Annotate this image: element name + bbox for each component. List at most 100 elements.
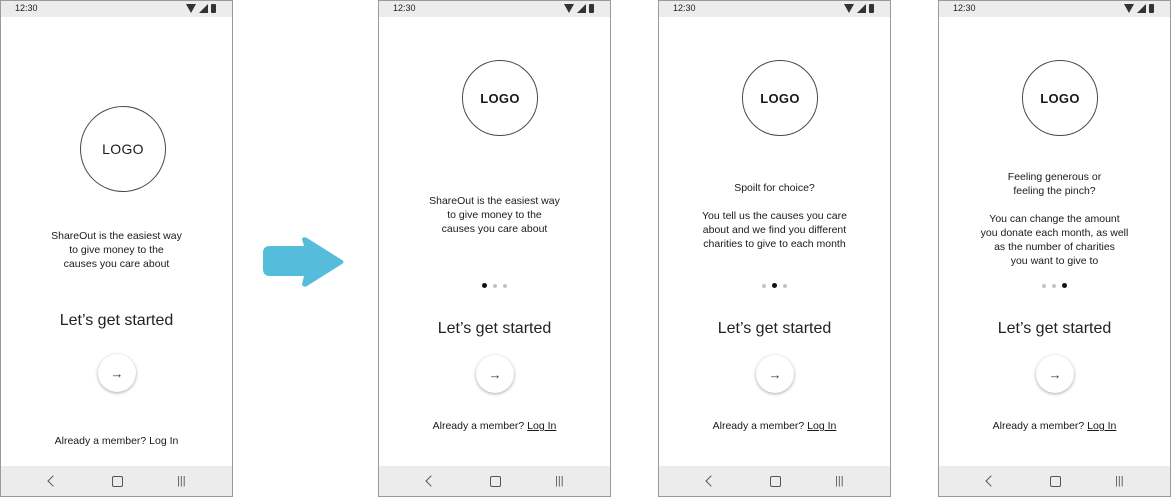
login-link[interactable]: Log In xyxy=(149,435,178,447)
description-line: feeling the pinch? xyxy=(1013,185,1096,197)
description-line: causes you care about xyxy=(63,258,170,270)
battery-icon xyxy=(869,4,874,13)
phone-screen-2: 12:30 LOGO ShareOut is the easiest way t… xyxy=(378,0,611,497)
logo-text: LOGO xyxy=(480,90,520,106)
description-line: ShareOut is the easiest way xyxy=(429,195,560,207)
status-bar: 12:30 xyxy=(659,1,890,17)
status-bar: 12:30 xyxy=(939,1,1170,17)
flow-arrow-icon xyxy=(263,237,344,287)
description-line: to give money to the xyxy=(447,209,542,221)
get-started-heading: Let’s get started xyxy=(437,320,552,337)
status-time: 12:30 xyxy=(15,3,38,13)
signal-icon xyxy=(199,4,208,13)
logo-placeholder: LOGO xyxy=(1022,60,1098,136)
description-line: ShareOut is the easiest way xyxy=(51,230,182,242)
next-button[interactable]: → xyxy=(1036,355,1074,393)
page-dot-1[interactable] xyxy=(1042,283,1046,288)
login-prompt: Already a member? Log In xyxy=(659,420,890,432)
page-dot-2[interactable] xyxy=(493,283,497,288)
battery-icon xyxy=(1149,4,1154,13)
recent-apps-icon[interactable]: ||| xyxy=(1115,476,1124,487)
login-link[interactable]: Log In xyxy=(527,420,556,432)
choice-description: Spoilt for choice? You tell us the cause… xyxy=(659,181,890,251)
next-button[interactable]: → xyxy=(98,354,136,392)
back-icon[interactable] xyxy=(425,475,437,487)
wifi-icon xyxy=(844,4,854,13)
get-started-heading: Let’s get started xyxy=(717,320,832,337)
back-icon[interactable] xyxy=(47,475,59,487)
page-dot-2[interactable] xyxy=(1052,283,1056,288)
next-button[interactable]: → xyxy=(476,355,514,393)
back-icon[interactable] xyxy=(985,475,997,487)
status-icons xyxy=(844,4,874,13)
login-prefix: Already a member? xyxy=(432,420,528,432)
recent-apps-icon[interactable]: ||| xyxy=(555,476,564,487)
status-time: 12:30 xyxy=(673,3,696,13)
description-line: Spoilt for choice? xyxy=(734,182,815,194)
intro-description: ShareOut is the easiest way to give mone… xyxy=(379,194,610,236)
login-prefix: Already a member? xyxy=(54,435,150,447)
status-bar: 12:30 xyxy=(1,1,232,17)
system-nav-bar: ||| xyxy=(379,466,610,496)
arrow-right-icon: → xyxy=(488,366,502,382)
login-prompt: Already a member? Log In xyxy=(939,420,1170,432)
status-icons xyxy=(186,4,216,13)
home-icon[interactable] xyxy=(490,476,501,487)
signal-icon xyxy=(1137,4,1146,13)
recent-apps-icon[interactable]: ||| xyxy=(177,476,186,487)
status-time: 12:30 xyxy=(953,3,976,13)
flexibility-description: Feeling generous or feeling the pinch? Y… xyxy=(939,170,1170,268)
status-bar: 12:30 xyxy=(379,1,610,17)
phone-screen-4: 12:30 LOGO Feeling generous or feeling t… xyxy=(938,0,1171,497)
page-dot-1[interactable] xyxy=(482,283,487,288)
page-dot-2[interactable] xyxy=(772,283,777,288)
page-indicator xyxy=(659,283,890,288)
battery-icon xyxy=(589,4,594,13)
system-nav-bar: ||| xyxy=(659,466,890,496)
login-link[interactable]: Log In xyxy=(807,420,836,432)
status-time: 12:30 xyxy=(393,3,416,13)
description-line: you donate each month, as well xyxy=(980,227,1129,239)
home-icon[interactable] xyxy=(112,476,123,487)
login-prompt: Already a member? Log In xyxy=(379,420,610,432)
signal-icon xyxy=(577,4,586,13)
logo-placeholder: LOGO xyxy=(742,60,818,136)
page-dot-3[interactable] xyxy=(1062,283,1067,288)
login-prefix: Already a member? xyxy=(712,420,808,432)
description-line: to give money to the xyxy=(69,244,164,256)
system-nav-bar: ||| xyxy=(939,466,1170,496)
wireframe-canvas: 12:30 LOGO ShareOut is the easiest way t… xyxy=(0,0,1173,498)
home-icon[interactable] xyxy=(1050,476,1061,487)
login-link[interactable]: Log In xyxy=(1087,420,1116,432)
page-dot-1[interactable] xyxy=(762,283,766,288)
intro-description: ShareOut is the easiest way to give mone… xyxy=(1,229,232,271)
logo-text: LOGO xyxy=(760,90,800,106)
logo-text: LOGO xyxy=(102,141,144,157)
description-line: as the number of charities xyxy=(994,241,1115,253)
wifi-icon xyxy=(1124,4,1134,13)
login-prompt: Already a member? Log In xyxy=(1,435,232,447)
page-indicator xyxy=(939,283,1170,288)
arrow-right-icon: → xyxy=(1048,366,1062,382)
status-icons xyxy=(1124,4,1154,13)
recent-apps-icon[interactable]: ||| xyxy=(835,476,844,487)
battery-icon xyxy=(211,4,216,13)
logo-placeholder: LOGO xyxy=(80,106,166,192)
home-icon[interactable] xyxy=(770,476,781,487)
page-dot-3[interactable] xyxy=(503,283,507,288)
next-button[interactable]: → xyxy=(756,355,794,393)
back-icon[interactable] xyxy=(705,475,717,487)
arrow-right-icon: → xyxy=(110,365,124,381)
logo-text: LOGO xyxy=(1040,90,1080,106)
logo-placeholder: LOGO xyxy=(462,60,538,136)
description-line: causes you care about xyxy=(441,223,548,235)
signal-icon xyxy=(857,4,866,13)
description-line: charities to give to each month xyxy=(703,238,846,250)
arrow-right-icon: → xyxy=(768,366,782,382)
system-nav-bar: ||| xyxy=(1,466,232,496)
page-dot-3[interactable] xyxy=(783,283,787,288)
status-icons xyxy=(564,4,594,13)
description-line: you want to give to xyxy=(1010,255,1099,267)
